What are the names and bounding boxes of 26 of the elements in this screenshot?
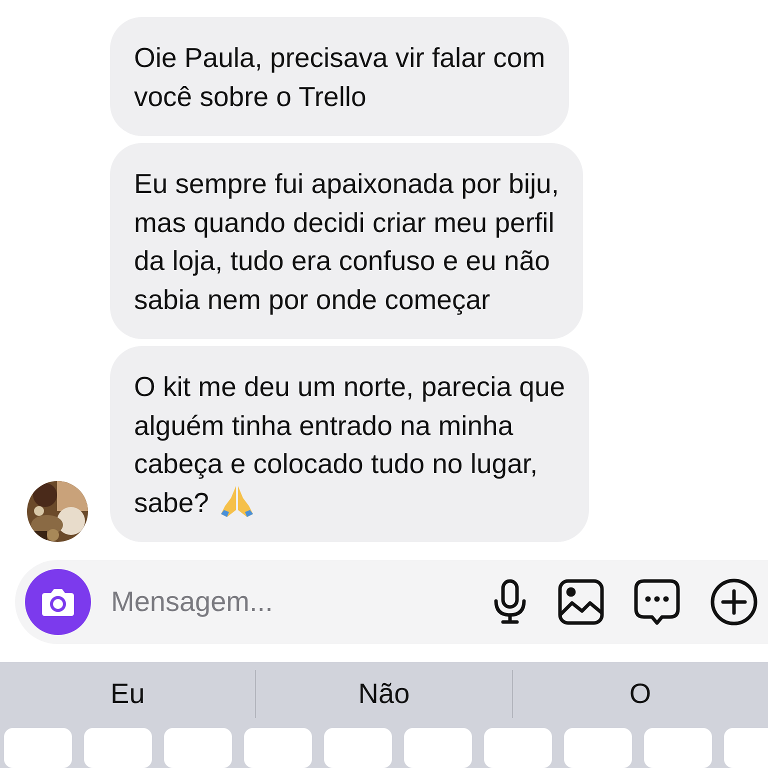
keyboard-key[interactable] [164,728,232,768]
add-button[interactable] [710,578,758,626]
word-suggestion[interactable]: Não [256,668,512,718]
image-icon [558,579,604,625]
keyboard-key[interactable] [564,728,632,768]
keyboard-key[interactable] [324,728,392,768]
message-bubble: Oie Paula, precisava vir falar com você sobre o Trello [110,17,570,136]
message-bubble: O kit me deu um norte, parecia que alguém tinha entrado na minha cabeça e colocado tudo no lugar, sabe? [110,346,590,542]
keyboard-key[interactable] [84,728,152,768]
chat-bubble-icon [634,579,680,625]
gallery-button[interactable] [558,579,604,625]
keyboard-key[interactable] [644,728,712,768]
word-suggestion[interactable]: O [512,668,768,718]
keyboard-key[interactable] [4,728,72,768]
keyboard-key[interactable] [244,728,312,768]
microphone-icon [492,579,528,625]
message-input[interactable]: Mensagem... [109,585,462,619]
keyboard-key[interactable] [404,728,472,768]
sticker-button[interactable] [634,579,680,625]
camera-button[interactable] [25,569,91,635]
word-suggestion[interactable]: Eu [0,668,256,718]
keyboard-key[interactable] [484,728,552,768]
microphone-button[interactable] [492,579,528,625]
message-bubble: Eu sempre fui apaixonada por biju, mas quando decidi criar meu perfil da loja, tudo era confuso e eu não sabia nem por onde começar [110,143,583,339]
plus-icon [710,578,758,626]
camera-icon [41,587,75,617]
